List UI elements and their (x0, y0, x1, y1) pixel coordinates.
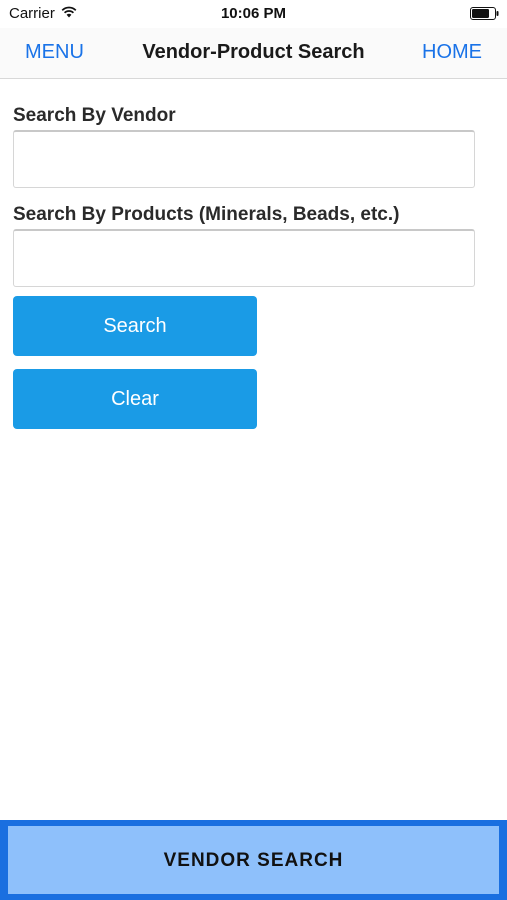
status-bar: Carrier 10:06 PM (0, 0, 507, 28)
status-time: 10:06 PM (220, 5, 287, 22)
battery-icon (470, 7, 499, 20)
product-search-label: Search By Products (Minerals, Beads, etc… (13, 204, 400, 225)
vendor-search-input[interactable] (13, 130, 475, 188)
vendor-search-tab[interactable]: VENDOR SEARCH (8, 826, 499, 894)
search-button[interactable]: Search (13, 296, 257, 356)
bottom-tab-bar: VENDOR SEARCH (0, 820, 507, 900)
clear-button[interactable]: Clear (13, 369, 257, 429)
product-search-input[interactable] (13, 229, 475, 287)
vendor-search-label: Search By Vendor (13, 105, 176, 126)
home-button[interactable]: HOME (422, 41, 482, 64)
navigation-bar: MENU Vendor-Product Search HOME (0, 28, 507, 79)
